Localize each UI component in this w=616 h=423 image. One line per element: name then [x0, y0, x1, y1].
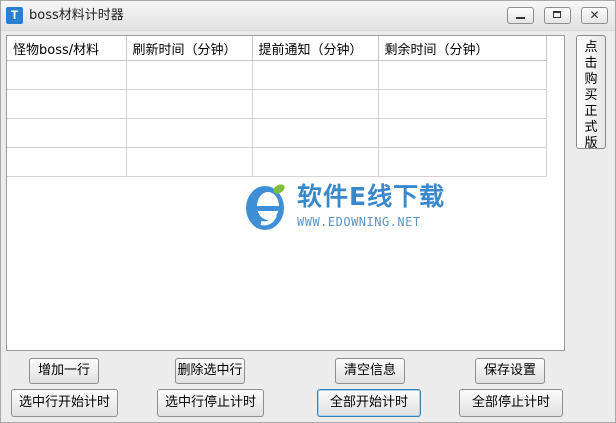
app-icon: T — [6, 7, 23, 24]
start-all-timers-button[interactable]: 全部开始计时 — [317, 389, 421, 417]
table-row[interactable] — [7, 118, 547, 148]
close-icon: ✕ — [589, 8, 600, 22]
app-window: T boss材料计时器 ✕ 怪物boss/材料 刷新时间（分钟） 提前通知（分钟… — [0, 0, 616, 423]
buy-full-version-button[interactable]: 点击购买正式版 — [576, 35, 606, 151]
maximize-icon — [553, 11, 561, 18]
table-cell[interactable] — [126, 147, 253, 177]
table-cell[interactable] — [378, 89, 547, 119]
column-header-boss-material[interactable]: 怪物boss/材料 — [7, 36, 127, 61]
clear-info-button[interactable]: 清空信息 — [335, 358, 405, 384]
table-cell[interactable] — [126, 89, 253, 119]
table-cell[interactable] — [7, 89, 127, 119]
minimize-button[interactable] — [507, 7, 534, 24]
timer-table: 怪物boss/材料 刷新时间（分钟） 提前通知（分钟） 剩余时间（分钟） — [7, 36, 547, 177]
table-cell[interactable] — [126, 118, 253, 148]
delete-selected-row-button[interactable]: 删除选中行 — [175, 358, 245, 384]
watermark: 软件E线下载 WWW.EDOWNING.NET — [235, 177, 447, 239]
minimize-icon — [516, 17, 525, 19]
e-logo-icon — [246, 184, 285, 230]
column-header-advance-notice[interactable]: 提前通知（分钟） — [252, 36, 379, 61]
table-cell[interactable] — [252, 147, 379, 177]
table-cell[interactable] — [252, 60, 379, 90]
stop-all-timers-button[interactable]: 全部停止计时 — [459, 389, 563, 417]
add-row-button[interactable]: 增加一行 — [29, 358, 99, 384]
table-cell[interactable] — [252, 89, 379, 119]
maximize-button[interactable] — [544, 7, 571, 24]
start-selected-timer-button[interactable]: 选中行开始计时 — [11, 389, 118, 417]
column-header-remaining-time[interactable]: 剩余时间（分钟） — [378, 36, 547, 61]
table-row[interactable] — [7, 147, 547, 177]
table-row[interactable] — [7, 60, 547, 90]
table-cell[interactable] — [378, 60, 547, 90]
table-cell[interactable] — [7, 118, 127, 148]
watermark-url: WWW.EDOWNING.NET — [297, 215, 421, 229]
table-cell[interactable] — [7, 60, 127, 90]
table-cell[interactable] — [378, 118, 547, 148]
table-cell[interactable] — [7, 147, 127, 177]
table-cell[interactable] — [126, 60, 253, 90]
buy-full-version-label: 点击购买正式版 — [584, 40, 598, 151]
close-button[interactable]: ✕ — [581, 7, 608, 24]
watermark-title: 软件E线下载 — [297, 182, 446, 211]
save-settings-button[interactable]: 保存设置 — [475, 358, 545, 384]
stop-selected-timer-button[interactable]: 选中行停止计时 — [157, 389, 264, 417]
table-cell[interactable] — [378, 147, 547, 177]
window-title: boss材料计时器 — [29, 8, 124, 23]
title-bar[interactable]: T boss材料计时器 ✕ — [1, 1, 615, 31]
table-cell[interactable] — [252, 118, 379, 148]
table-row[interactable] — [7, 89, 547, 119]
column-header-refresh-time[interactable]: 刷新时间（分钟） — [126, 36, 253, 61]
table-header-row: 怪物boss/材料 刷新时间（分钟） 提前通知（分钟） 剩余时间（分钟） — [7, 36, 547, 61]
